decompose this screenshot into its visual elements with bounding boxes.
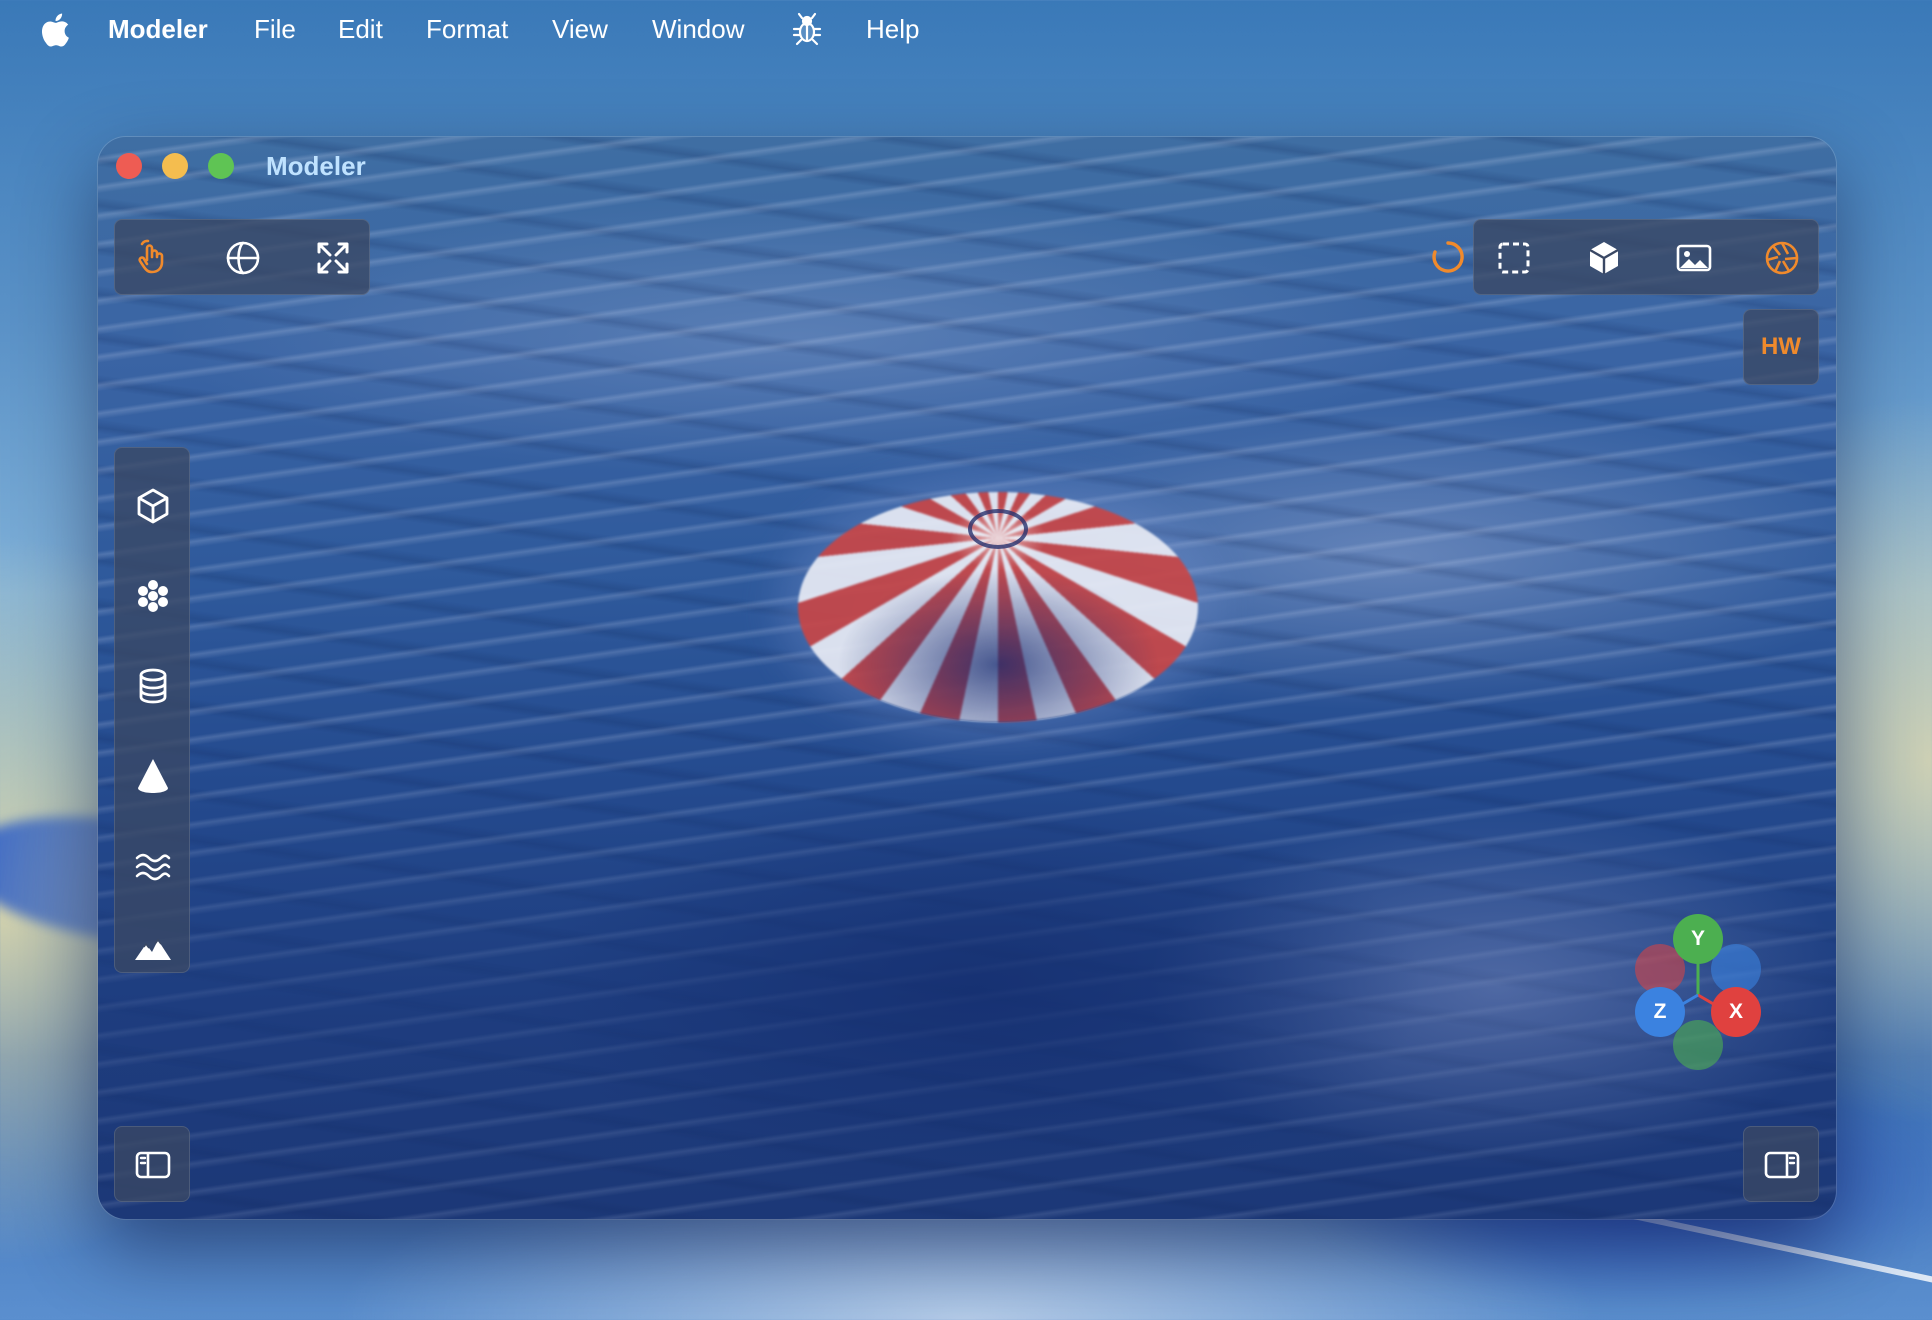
menu-bar: Modeler File Edit Format View Window Hel…	[0, 0, 1932, 58]
menu-app-name[interactable]: Modeler	[108, 14, 208, 44]
close-button[interactable]	[116, 153, 142, 179]
pan-tool-button[interactable]	[123, 228, 183, 288]
left-sidebar-toggle-icon	[135, 1151, 171, 1179]
modeler-window: Modeler HW Y X Z	[98, 137, 1836, 1219]
add-cone-button[interactable]	[123, 746, 183, 806]
solid-cube-icon	[1589, 242, 1619, 274]
right-sidebar-button[interactable]	[1752, 1135, 1812, 1195]
add-cylinder-button[interactable]	[123, 656, 183, 716]
right-sidebar-toggle-icon	[1764, 1151, 1800, 1179]
cube-outline-icon	[137, 488, 169, 524]
render-toolbar	[1473, 219, 1819, 295]
menu-help[interactable]: Help	[866, 14, 919, 44]
axis-gizmo[interactable]: Y X Z	[1618, 914, 1778, 1075]
selection-tool-button[interactable]	[1484, 228, 1544, 288]
particles-icon	[138, 580, 168, 612]
camera-settings-button[interactable]	[1752, 228, 1812, 288]
cylinder-icon	[139, 668, 167, 704]
hw-badge: HW	[1761, 333, 1801, 360]
globe-orbit-icon	[226, 241, 260, 275]
left-sidebar-button[interactable]	[123, 1135, 183, 1195]
navigation-toolbar	[114, 219, 370, 295]
bug-icon[interactable]	[790, 12, 824, 46]
hand-pan-icon	[138, 239, 164, 274]
image-render-icon	[1676, 244, 1712, 272]
add-particles-button[interactable]	[123, 566, 183, 626]
menu-format[interactable]: Format	[426, 14, 508, 44]
window-title: Modeler	[266, 151, 366, 181]
menu-window[interactable]: Window	[652, 14, 744, 44]
aperture-camera-icon	[1765, 241, 1799, 275]
add-water-button[interactable]	[123, 836, 183, 896]
hardware-render-toggle[interactable]: HW	[1743, 309, 1819, 385]
menu-edit[interactable]: Edit	[338, 14, 383, 44]
left-sidebar-toggle[interactable]	[114, 1126, 190, 1202]
minimize-button[interactable]	[162, 153, 188, 179]
selection-box-icon	[1498, 242, 1530, 274]
terrain-icon	[135, 938, 171, 960]
maximize-button[interactable]	[208, 153, 234, 179]
menu-view[interactable]: View	[552, 14, 608, 44]
add-terrain-button[interactable]	[123, 926, 183, 966]
menu-file[interactable]: File	[254, 14, 296, 44]
parachute-vent	[968, 509, 1028, 549]
orbit-tool-button[interactable]	[213, 228, 273, 288]
right-sidebar-toggle[interactable]	[1743, 1126, 1819, 1202]
water-waves-icon	[135, 853, 171, 881]
y-axis-handle[interactable]: Y	[1673, 914, 1723, 964]
viewport-shadow	[528, 777, 1428, 1197]
primitives-toolbar	[114, 447, 190, 973]
z-axis-handle[interactable]: Z	[1635, 987, 1685, 1037]
solid-view-button[interactable]	[1574, 228, 1634, 288]
x-axis-handle[interactable]: X	[1711, 987, 1761, 1037]
loading-spinner-icon	[1432, 241, 1464, 273]
apple-icon[interactable]	[40, 13, 70, 47]
fit-expand-icon	[317, 242, 349, 274]
render-image-button[interactable]	[1664, 228, 1724, 288]
fit-view-button[interactable]	[303, 228, 363, 288]
cone-icon	[138, 759, 168, 793]
add-cube-button[interactable]	[123, 476, 183, 536]
